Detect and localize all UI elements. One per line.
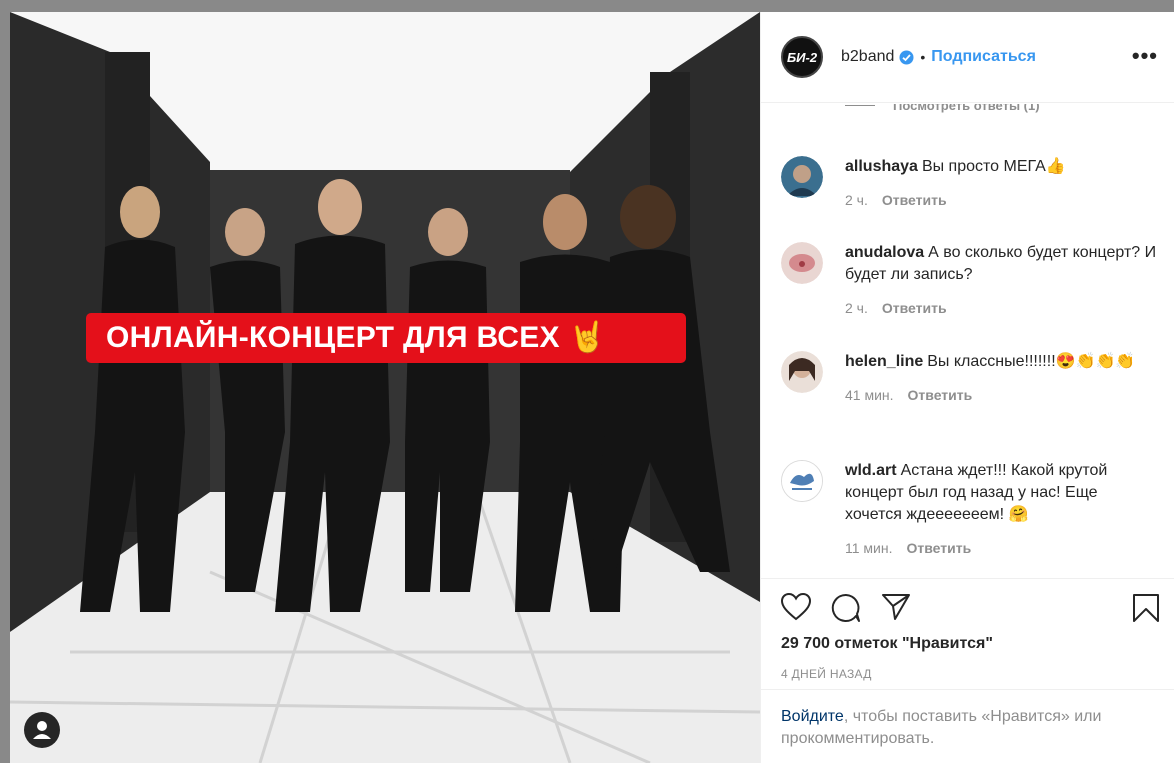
- comment-meta: 41 мин. Ответить: [845, 387, 1158, 403]
- account-username[interactable]: b2band: [841, 48, 894, 66]
- post-date[interactable]: 4 ДНЕЙ НАЗАД: [781, 667, 872, 681]
- follow-button[interactable]: Подписаться: [931, 48, 1036, 66]
- comment-username[interactable]: wld.art: [845, 462, 897, 479]
- tagged-user-icon[interactable]: [24, 712, 60, 748]
- band-photo-image: [10, 12, 760, 763]
- comment-body: Вы классные!!!!!!!😍👏👏👏: [927, 353, 1136, 370]
- comment-time: 11 мин.: [845, 540, 893, 556]
- comment-item: wld.art Астана ждет!!! Какой крутой конце…: [781, 460, 1158, 556]
- bookmark-save-icon[interactable]: [1132, 593, 1160, 623]
- comment-username[interactable]: allushaya: [845, 158, 918, 175]
- reply-button[interactable]: Ответить: [882, 300, 947, 316]
- post-header: БИ-2 b2band • Подписаться •••: [761, 12, 1174, 103]
- post-side-panel: БИ-2 b2band • Подписаться ••• Посмотреть…: [760, 12, 1174, 763]
- reply-button[interactable]: Ответить: [908, 387, 973, 403]
- verified-badge-icon: [899, 50, 914, 65]
- login-prompt: Войдите, чтобы поставить «Нравится» или …: [761, 689, 1174, 763]
- action-icons: [781, 593, 1160, 625]
- comment-body: Вы просто МЕГА👍: [921, 158, 1066, 175]
- comment-text: helen_line Вы классные!!!!!!!😍👏👏👏: [845, 351, 1158, 373]
- comment-item: helen_line Вы классные!!!!!!!😍👏👏👏 41 мин.…: [781, 351, 1158, 403]
- comment-meta: 2 ч. Ответить: [845, 192, 1158, 208]
- comment-username[interactable]: anudalova: [845, 244, 924, 261]
- account-avatar[interactable]: БИ-2: [781, 36, 823, 78]
- commenter-avatar[interactable]: [781, 242, 823, 284]
- header-separator: •: [920, 49, 926, 65]
- reply-button[interactable]: Ответить: [907, 540, 972, 556]
- concert-banner: ОНЛАЙН-КОНЦЕРТ ДЛЯ ВСЕХ 🤘: [86, 313, 686, 363]
- comment-time: 41 мин.: [845, 387, 894, 403]
- comment-text: allushaya Вы просто МЕГА👍: [845, 156, 1158, 178]
- comment-text: anudalova А во сколько будет концерт? И б…: [845, 242, 1158, 286]
- replies-line: [845, 105, 875, 106]
- comment-username[interactable]: helen_line: [845, 353, 923, 370]
- post-photo[interactable]: ОНЛАЙН-КОНЦЕРТ ДЛЯ ВСЕХ 🤘: [10, 12, 760, 763]
- commenter-avatar[interactable]: [781, 156, 823, 198]
- comment-bubble-icon[interactable]: [831, 593, 861, 623]
- comments-list[interactable]: Посмотреть ответы (1) allushaya Вы просто…: [761, 104, 1174, 578]
- more-options-icon[interactable]: •••: [1132, 45, 1158, 67]
- comment-text: wld.art Астана ждет!!! Какой крутой конце…: [845, 460, 1158, 526]
- like-heart-icon[interactable]: [781, 593, 811, 621]
- comment-item: anudalova А во сколько будет концерт? И б…: [781, 242, 1158, 316]
- likes-count[interactable]: 29 700 отметок "Нравится": [781, 635, 993, 653]
- post-actions: 29 700 отметок "Нравится" 4 ДНЕЙ НАЗАД: [761, 578, 1174, 698]
- view-replies-label: Посмотреть ответы (1): [893, 104, 1040, 113]
- view-replies-link[interactable]: Посмотреть ответы (1): [845, 104, 1040, 113]
- reply-button[interactable]: Ответить: [882, 192, 947, 208]
- share-send-icon[interactable]: [881, 593, 911, 621]
- commenter-avatar[interactable]: [781, 460, 823, 502]
- login-link[interactable]: Войдите: [781, 708, 844, 725]
- commenter-avatar[interactable]: [781, 351, 823, 393]
- comment-meta: 2 ч. Ответить: [845, 300, 1158, 316]
- comment-item: allushaya Вы просто МЕГА👍 2 ч. Ответить: [781, 156, 1158, 208]
- comment-meta: 11 мин. Ответить: [845, 540, 1158, 556]
- comment-time: 2 ч.: [845, 192, 868, 208]
- comment-time: 2 ч.: [845, 300, 868, 316]
